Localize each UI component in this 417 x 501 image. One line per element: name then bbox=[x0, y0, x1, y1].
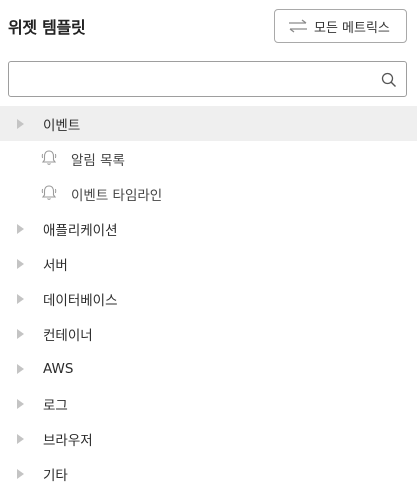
tree-group-browser[interactable]: 브라우저 bbox=[0, 421, 417, 456]
caret-right-icon[interactable] bbox=[17, 224, 24, 234]
bell-icon bbox=[41, 185, 57, 200]
caret-right-icon[interactable] bbox=[17, 259, 24, 269]
caret-right-icon[interactable] bbox=[17, 434, 24, 444]
caret-right-icon[interactable] bbox=[17, 329, 24, 339]
caret-right-icon[interactable] bbox=[17, 469, 24, 479]
tree-group-label: 이벤트 bbox=[43, 117, 81, 134]
tree-group-application[interactable]: 애플리케이션 bbox=[0, 211, 417, 246]
search-box[interactable] bbox=[8, 61, 407, 97]
tree-group-label: AWS bbox=[43, 360, 74, 377]
page-title: 위젯 템플릿 bbox=[8, 18, 86, 37]
tree-item-label: 알림 목록 bbox=[71, 152, 125, 169]
caret-right-icon[interactable] bbox=[17, 294, 24, 304]
tree-group-label: 애플리케이션 bbox=[43, 222, 118, 239]
tree-group-events[interactable]: 이벤트 bbox=[0, 106, 417, 141]
tree-group-label: 기타 bbox=[43, 467, 68, 484]
caret-right-icon[interactable] bbox=[17, 364, 24, 374]
all-metrics-button[interactable]: 모든 메트릭스 bbox=[274, 9, 407, 43]
tree-group-label: 브라우저 bbox=[43, 432, 93, 449]
caret-right-icon[interactable] bbox=[17, 399, 24, 409]
tree-group-aws[interactable]: AWS bbox=[0, 351, 417, 386]
tree-group-server[interactable]: 서버 bbox=[0, 246, 417, 281]
tree-group-etc[interactable]: 기타 bbox=[0, 456, 417, 491]
tree-group-label: 로그 bbox=[43, 397, 68, 414]
tree-group-container[interactable]: 컨테이너 bbox=[0, 316, 417, 351]
caret-right-icon[interactable] bbox=[17, 119, 24, 129]
search-icon[interactable] bbox=[381, 72, 397, 88]
bell-icon bbox=[41, 150, 57, 165]
swap-arrows-icon bbox=[289, 19, 307, 33]
tree-group-label: 데이터베이스 bbox=[43, 292, 118, 309]
template-tree: 이벤트 알림 목록 이벤트 타임라인 애플리케이션 서버 데이터베이스 컨테이너 bbox=[0, 106, 417, 491]
tree-group-database[interactable]: 데이터베이스 bbox=[0, 281, 417, 316]
panel-header: 위젯 템플릿 모든 메트릭스 bbox=[0, 0, 417, 50]
tree-item-alert-list[interactable]: 알림 목록 bbox=[0, 141, 417, 176]
tree-item-label: 이벤트 타임라인 bbox=[71, 187, 163, 204]
tree-group-log[interactable]: 로그 bbox=[0, 386, 417, 421]
tree-item-event-timeline[interactable]: 이벤트 타임라인 bbox=[0, 176, 417, 211]
tree-group-label: 서버 bbox=[43, 257, 68, 274]
search-input[interactable] bbox=[9, 62, 349, 96]
tree-group-label: 컨테이너 bbox=[43, 327, 93, 344]
all-metrics-label: 모든 메트릭스 bbox=[314, 20, 390, 36]
